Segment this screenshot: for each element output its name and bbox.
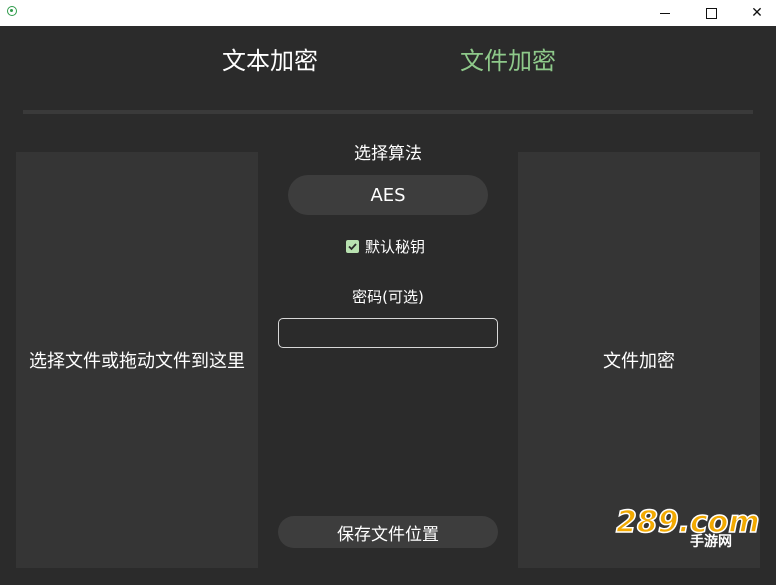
tab-divider: [23, 110, 753, 114]
watermark-logo: 289.com 手游网: [615, 504, 760, 550]
watermark-sub: 手游网: [690, 533, 732, 550]
watermark-brand: 289.com: [616, 505, 760, 540]
algorithm-label: 选择算法: [354, 144, 422, 164]
maximize-icon: [705, 7, 717, 19]
minimize-icon: [660, 12, 670, 14]
password-label: 密码(可选): [352, 288, 424, 306]
encrypt-file-label: 文件加密: [603, 351, 675, 372]
close-icon: ✕: [751, 5, 763, 21]
file-drop-label: 选择文件或拖动文件到这里: [29, 351, 245, 372]
tab-file-encrypt[interactable]: 文件加密: [438, 44, 578, 78]
algorithm-select[interactable]: AES: [288, 175, 488, 215]
file-drop-zone[interactable]: 选择文件或拖动文件到这里: [16, 152, 258, 568]
save-location-button[interactable]: 保存文件位置: [278, 516, 498, 548]
app-icon: [7, 6, 17, 16]
minimize-button[interactable]: [642, 0, 688, 26]
close-button[interactable]: ✕: [734, 0, 776, 26]
check-icon: [348, 242, 357, 250]
save-location-label: 保存文件位置: [337, 524, 439, 545]
algorithm-value: AES: [370, 184, 406, 206]
tab-text-encrypt[interactable]: 文本加密: [200, 44, 340, 78]
default-key-label: 默认秘钥: [365, 237, 426, 256]
default-key-checkbox[interactable]: [346, 239, 359, 253]
title-bar: ✕: [0, 0, 776, 26]
default-key-option[interactable]: 默认秘钥: [346, 236, 425, 256]
maximize-button[interactable]: [688, 0, 734, 26]
password-input[interactable]: [278, 318, 498, 348]
